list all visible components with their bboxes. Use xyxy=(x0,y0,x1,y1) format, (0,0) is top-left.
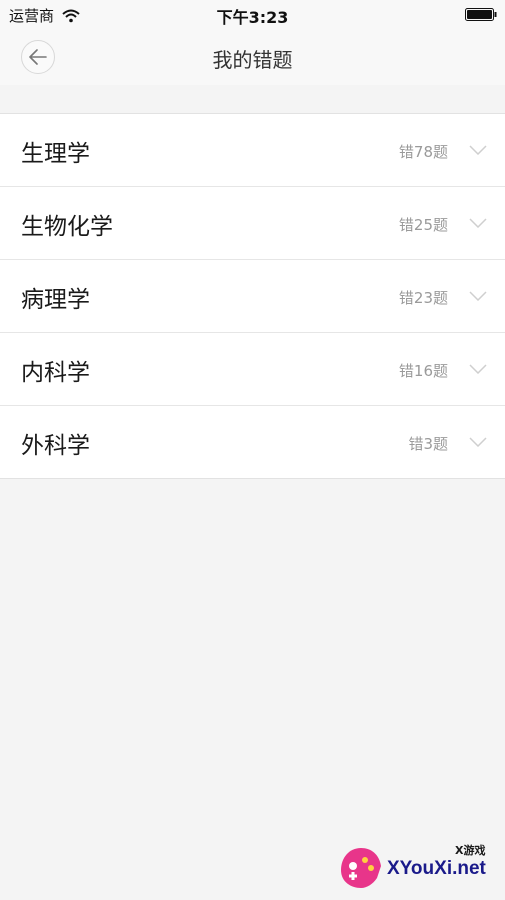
chevron-down-icon[interactable] xyxy=(469,437,487,447)
nav-bar: 我的错题 xyxy=(0,30,505,85)
watermark: X游戏 XYouXi.net xyxy=(337,842,497,892)
wrong-count: 错78题 xyxy=(398,143,448,161)
list-item[interactable]: 内科学 错16题 xyxy=(0,333,505,406)
list-item[interactable]: 病理学 错23题 xyxy=(0,260,505,333)
subject-name: 外科学 xyxy=(21,433,90,459)
list-item[interactable]: 生物化学 错25题 xyxy=(0,187,505,260)
watermark-tag: X游戏 xyxy=(455,844,486,857)
page-title: 我的错题 xyxy=(212,48,293,72)
wrong-count: 错25题 xyxy=(398,216,448,234)
battery-icon xyxy=(465,8,497,21)
gamepad-logo-icon xyxy=(341,848,381,888)
wrong-count: 错16题 xyxy=(398,362,448,380)
subject-name: 病理学 xyxy=(21,287,90,313)
subject-list: 生理学 错78题 生物化学 错25题 病理学 错23题 内科学 错16题 外科学… xyxy=(0,113,505,479)
wrong-count: 错3题 xyxy=(408,435,448,453)
list-item[interactable]: 生理学 错78题 xyxy=(0,114,505,187)
list-item[interactable]: 外科学 错3题 xyxy=(0,406,505,478)
subject-name: 生理学 xyxy=(21,141,90,167)
status-bar: 运营商 下午3:23 xyxy=(0,0,505,30)
subject-name: 生物化学 xyxy=(21,214,113,240)
status-time: 下午3:23 xyxy=(216,8,289,27)
chevron-down-icon[interactable] xyxy=(469,218,487,228)
wrong-count: 错23题 xyxy=(398,289,448,307)
screen: 运营商 下午3:23 我的错题 生理学 错78题 生物化学 错25题 病理学 错… xyxy=(0,0,505,900)
watermark-site: XYouXi.net xyxy=(387,858,486,879)
chevron-down-icon[interactable] xyxy=(469,364,487,374)
chevron-down-icon[interactable] xyxy=(469,291,487,301)
chevron-down-icon[interactable] xyxy=(469,145,487,155)
subject-name: 内科学 xyxy=(21,360,90,386)
